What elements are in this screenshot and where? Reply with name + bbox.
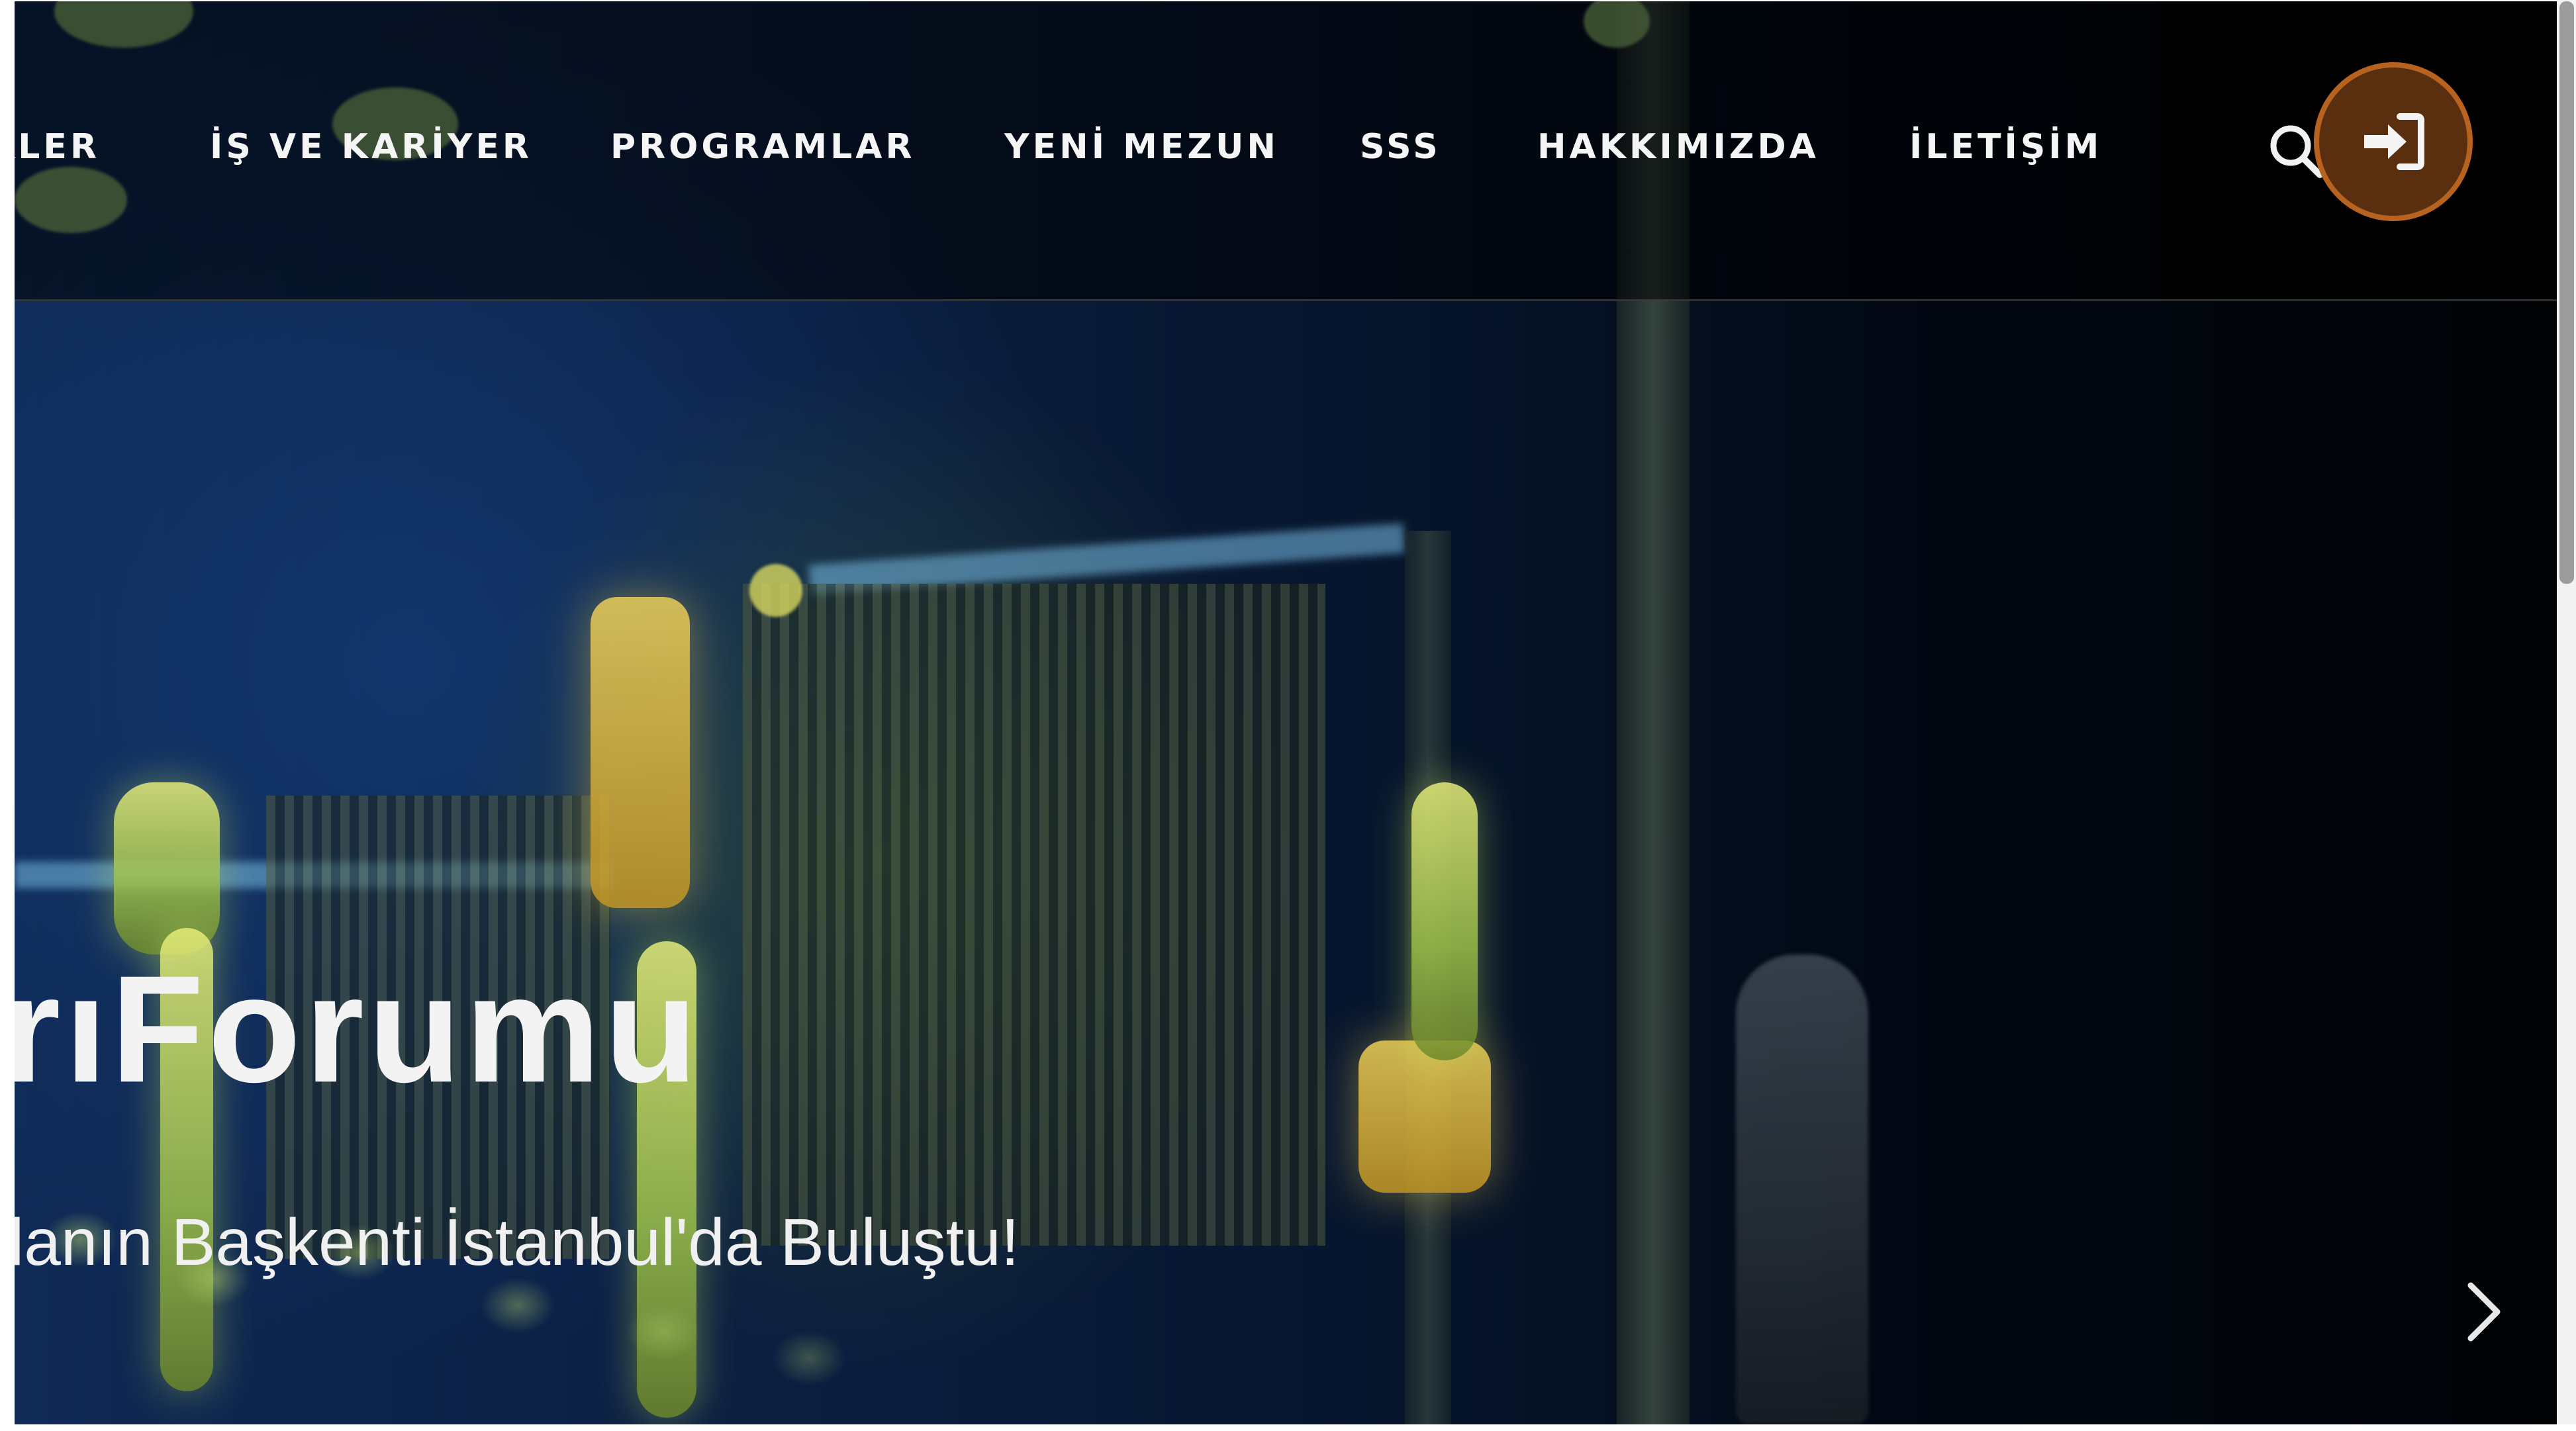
page-bottom-edge: [0, 1424, 2576, 1431]
nav-item-yeni-mezun[interactable]: YENİ MEZUN: [1004, 120, 1279, 173]
nav-item-sss[interactable]: SSS: [1360, 120, 1441, 173]
nav-item-partial[interactable]: KLER: [15, 120, 100, 173]
nav-item-programlar[interactable]: PROGRAMLAR: [610, 120, 916, 173]
scrollbar-thumb[interactable]: [2559, 1, 2574, 584]
nav-item-is-ve-kariyer[interactable]: İŞ VE KARİYER: [210, 120, 532, 173]
login-button[interactable]: [2314, 62, 2473, 221]
nav-item-iletisim[interactable]: İLETİŞİM: [1909, 120, 2102, 173]
chevron-right-icon: [2467, 1282, 2501, 1342]
sign-in-icon: [2364, 113, 2424, 170]
hero-slider: KLER İŞ VE KARİYER PROGRAMLAR YENİ MEZUN…: [15, 1, 2557, 1424]
hero-subtitle: lanın Başkenti İstanbul'da Buluştu!: [15, 1205, 1020, 1279]
slider-next-button[interactable]: [2451, 1272, 2517, 1352]
site-header: KLER İŞ VE KARİYER PROGRAMLAR YENİ MEZUN…: [15, 1, 2557, 301]
hero-title: rıForumu: [15, 944, 702, 1114]
nav-item-hakkimizda[interactable]: HAKKIMIZDA: [1537, 120, 1819, 173]
